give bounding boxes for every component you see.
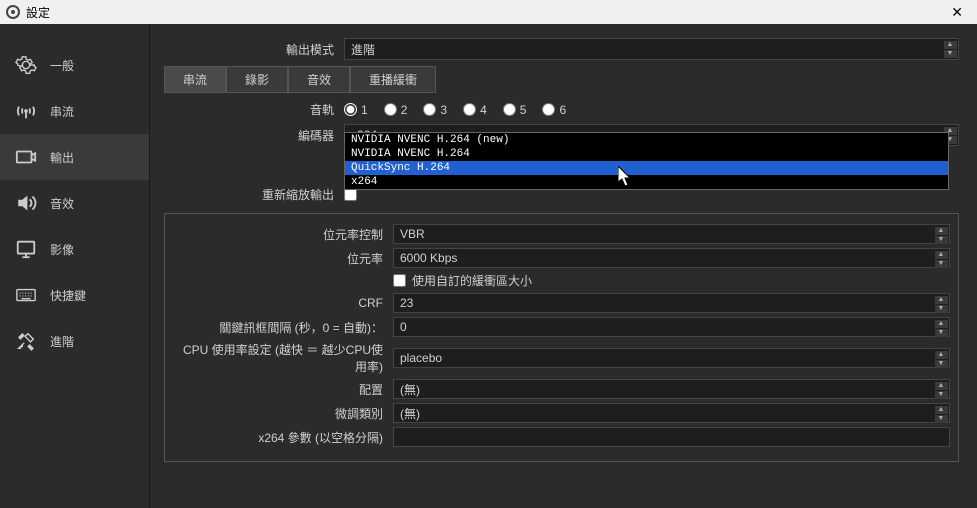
encoder-option-x264[interactable]: x264 — [345, 175, 948, 189]
custom-buffer-label: 使用自訂的緩衝區大小 — [412, 272, 532, 289]
content-area: 輸出模式 進階 ▲▼ 串流 錄影 音效 重播緩衝 音軌 1 2 3 4 5 6 — [150, 24, 977, 508]
rescale-label: 重新縮放輸出 — [164, 186, 344, 203]
encoder-option-quicksync[interactable]: QuickSync H.264 — [345, 161, 948, 175]
sidebar-item-audio[interactable]: 音效 — [0, 180, 149, 226]
output-icon — [14, 145, 38, 169]
bitrate-input[interactable]: 6000 Kbps ▲▼ — [393, 248, 950, 268]
window-title: 設定 — [26, 4, 50, 21]
x264opts-label: x264 參數 (以空格分隔) — [173, 429, 393, 446]
x264opts-input[interactable] — [393, 427, 950, 447]
audio-track-3[interactable]: 3 — [423, 103, 447, 117]
sidebar-item-label: 輸出 — [50, 149, 74, 166]
encoder-label: 編碼器 — [164, 127, 344, 144]
output-mode-select[interactable]: 進階 ▲▼ — [344, 38, 959, 60]
tune-label: 微調類別 — [173, 405, 393, 422]
keyframe-label: 關鍵訊框間隔 (秒，0 = 自動)： — [173, 319, 393, 336]
broadcast-icon — [14, 99, 38, 123]
app-icon — [6, 5, 20, 19]
bitrate-label: 位元率 — [173, 250, 393, 267]
sidebar-item-advanced[interactable]: 進階 — [0, 318, 149, 364]
monitor-icon — [14, 237, 38, 261]
sidebar-item-stream[interactable]: 串流 — [0, 88, 149, 134]
output-tabs: 串流 錄影 音效 重播緩衝 — [164, 66, 959, 93]
keyframe-input[interactable]: 0 ▲▼ — [393, 317, 950, 337]
audio-tracks-group: 1 2 3 4 5 6 — [344, 103, 566, 117]
sidebar-item-output[interactable]: 輸出 — [0, 134, 149, 180]
keyboard-icon — [14, 283, 38, 307]
sidebar-item-hotkeys[interactable]: 快捷鍵 — [0, 272, 149, 318]
tab-streaming[interactable]: 串流 — [164, 66, 226, 93]
audio-track-4[interactable]: 4 — [463, 103, 487, 117]
encoder-dropdown[interactable]: NVIDIA NVENC H.264 (new) NVIDIA NVENC H.… — [344, 132, 949, 190]
sidebar-item-label: 快捷鍵 — [50, 287, 86, 304]
profile-select[interactable]: (無) ▲▼ — [393, 379, 950, 399]
tab-audio[interactable]: 音效 — [288, 66, 350, 93]
tune-select[interactable]: (無) ▲▼ — [393, 403, 950, 423]
encoder-settings-panel: 位元率控制 VBR ▲▼ 位元率 6000 Kbps ▲▼ 使用自訂的緩衝區大小 — [164, 213, 959, 462]
titlebar: 設定 ✕ — [0, 0, 977, 24]
encoder-option-nvenc-new[interactable]: NVIDIA NVENC H.264 (new) — [345, 133, 948, 147]
sidebar-item-label: 一般 — [50, 57, 74, 74]
speaker-icon — [14, 191, 38, 215]
sidebar-item-label: 串流 — [50, 103, 74, 120]
audio-track-1[interactable]: 1 — [344, 103, 368, 117]
encoder-option-nvenc[interactable]: NVIDIA NVENC H.264 — [345, 147, 948, 161]
audio-track-2[interactable]: 2 — [384, 103, 408, 117]
crf-label: CRF — [173, 296, 393, 310]
gear-icon — [14, 53, 38, 77]
sidebar-item-label: 影像 — [50, 241, 74, 258]
sidebar: 一般 串流 輸出 音效 影像 — [0, 24, 150, 508]
rate-control-label: 位元率控制 — [173, 226, 393, 243]
rate-control-select[interactable]: VBR ▲▼ — [393, 224, 950, 244]
tools-icon — [14, 329, 38, 353]
audio-track-6[interactable]: 6 — [542, 103, 566, 117]
sidebar-item-label: 進階 — [50, 333, 74, 350]
close-button[interactable]: ✕ — [943, 4, 971, 21]
profile-label: 配置 — [173, 381, 393, 398]
crf-input[interactable]: 23 ▲▼ — [393, 293, 950, 313]
audio-tracks-label: 音軌 — [164, 101, 344, 118]
cpu-preset-select[interactable]: placebo ▲▼ — [393, 348, 950, 368]
custom-buffer-checkbox[interactable] — [393, 274, 406, 287]
output-mode-label: 輸出模式 — [164, 41, 344, 58]
sidebar-item-label: 音效 — [50, 195, 74, 212]
tab-replay-buffer[interactable]: 重播緩衝 — [350, 66, 436, 93]
audio-track-5[interactable]: 5 — [503, 103, 527, 117]
sidebar-item-general[interactable]: 一般 — [0, 42, 149, 88]
cpu-preset-label: CPU 使用率設定 (越快 ＝ 越少CPU使用率) — [173, 341, 393, 375]
tab-recording[interactable]: 錄影 — [226, 66, 288, 93]
sidebar-item-video[interactable]: 影像 — [0, 226, 149, 272]
